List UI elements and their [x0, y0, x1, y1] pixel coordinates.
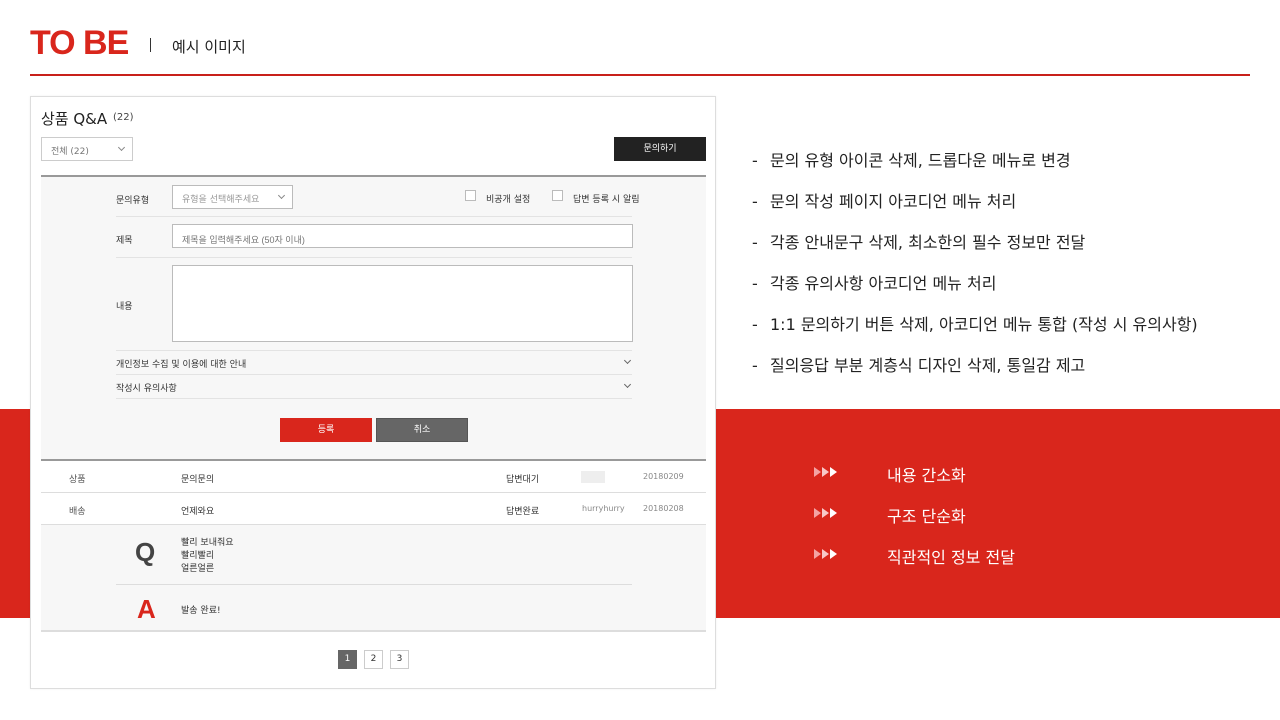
highlight-text: 구조 단순화 — [887, 507, 966, 526]
change-item: 각종 유의사항 아코디언 메뉴 처리 — [752, 273, 1198, 314]
header-divider — [30, 74, 1250, 76]
private-checkbox[interactable] — [465, 190, 476, 201]
register-button[interactable]: 등록 — [280, 418, 372, 442]
title-input[interactable] — [172, 224, 633, 248]
private-label: 비공개 설정 — [486, 195, 531, 205]
answer-divider — [116, 584, 632, 585]
change-item: 문의 유형 아이콘 삭제, 드롭다운 메뉴로 변경 — [752, 150, 1198, 191]
triple-arrow-icon — [814, 549, 837, 559]
row-title[interactable]: 언제와요 — [181, 504, 214, 517]
cancel-button[interactable]: 취소 — [376, 418, 468, 442]
chevron-down-icon[interactable] — [623, 380, 632, 389]
change-item: 질의응답 부분 계층식 디자인 삭제, 통일감 제고 — [752, 355, 1198, 396]
content-textarea[interactable] — [172, 265, 633, 342]
question-line: 빨리빨리 — [181, 551, 215, 561]
filter-dropdown[interactable]: 전체 (22) — [41, 137, 133, 161]
privacy-accordion[interactable]: 개인정보 수집 및 이용에 대한 안내 — [116, 357, 246, 370]
chevron-down-icon — [277, 191, 286, 200]
inquiry-form: 문의유형 유형을 선택해주세요 비공개 설정 답변 등록 시 알림 제목 내용 … — [41, 175, 706, 459]
answer-mark-letter: A — [137, 594, 156, 624]
row-divider — [116, 398, 632, 399]
triple-arrow-icon — [814, 467, 837, 477]
row-status: 답변대기 — [506, 475, 540, 485]
row-divider — [116, 350, 632, 351]
row-divider — [116, 216, 632, 217]
answer-panel: Q 빨리 보내줘요 빨리빨리 얼른얼른 A 발송 완료! — [41, 525, 706, 632]
question-text: 빨리 보내줘요 빨리빨리 얼른얼른 — [181, 537, 234, 576]
slide: TO BE 예시 이미지 상품 Q&A (22) 전체 (22) 문의하기 문의… — [0, 0, 1280, 720]
table-row[interactable]: 배송 언제와요 답변완료 hurryhurry 20180208 — [41, 493, 706, 525]
slide-title: TO BE — [30, 24, 129, 62]
page-1-button[interactable]: 1 — [338, 650, 357, 669]
change-item: 문의 작성 페이지 아코디언 메뉴 처리 — [752, 191, 1198, 232]
highlight-text: 내용 간소화 — [887, 466, 966, 485]
ask-button[interactable]: 문의하기 — [614, 137, 706, 161]
slide-subtitle: 예시 이미지 — [172, 38, 246, 56]
question-mark-letter: Q — [135, 537, 156, 567]
qa-mockup-card: 상품 Q&A (22) 전체 (22) 문의하기 문의유형 유형을 선택해주세요… — [30, 96, 716, 689]
title-separator — [150, 38, 151, 52]
qa-count: (22) — [113, 112, 134, 123]
triple-arrow-icon — [814, 508, 837, 518]
qa-title: 상품 Q&A — [41, 110, 108, 128]
row-category: 상품 — [69, 475, 86, 485]
answer-text: 발송 완료! — [181, 606, 221, 616]
notify-checkbox[interactable] — [552, 190, 563, 201]
row-user: hurryhurry — [582, 504, 625, 513]
question-line: 얼른얼른 — [181, 564, 215, 574]
chevron-down-icon[interactable] — [623, 356, 632, 365]
row-title[interactable]: 문의문의 — [181, 472, 214, 485]
change-item: 각종 안내문구 삭제, 최소한의 필수 정보만 전달 — [752, 232, 1198, 273]
row-date: 20180208 — [643, 504, 684, 513]
change-item: 1:1 문의하기 버튼 삭제, 아코디언 메뉴 통합 (작성 시 유의사항) — [752, 314, 1198, 355]
notify-label: 답변 등록 시 알림 — [573, 195, 640, 205]
row-category: 배송 — [69, 507, 86, 517]
page-3-button[interactable]: 3 — [390, 650, 409, 669]
filter-value: 전체 (22) — [51, 147, 89, 157]
type-select[interactable]: 유형을 선택해주세요 — [172, 185, 293, 209]
content-label: 내용 — [116, 302, 133, 312]
title-label: 제목 — [116, 236, 133, 246]
type-label: 문의유형 — [116, 196, 150, 206]
table-row[interactable]: 상품 문의문의 답변대기 20180209 — [41, 461, 706, 493]
blurred-user — [581, 471, 605, 483]
notice-accordion[interactable]: 작성시 유의사항 — [116, 381, 177, 394]
row-divider — [116, 374, 632, 375]
row-divider — [116, 257, 632, 258]
chevron-down-icon — [117, 143, 126, 152]
change-list: 문의 유형 아이콘 삭제, 드롭다운 메뉴로 변경 문의 작성 페이지 아코디언… — [752, 150, 1198, 396]
highlight-text: 직관적인 정보 전달 — [887, 548, 1015, 567]
row-date: 20180209 — [643, 472, 684, 481]
row-status: 답변완료 — [506, 507, 540, 517]
question-line: 빨리 보내줘요 — [181, 538, 234, 548]
type-placeholder: 유형을 선택해주세요 — [182, 195, 260, 205]
page-2-button[interactable]: 2 — [364, 650, 383, 669]
